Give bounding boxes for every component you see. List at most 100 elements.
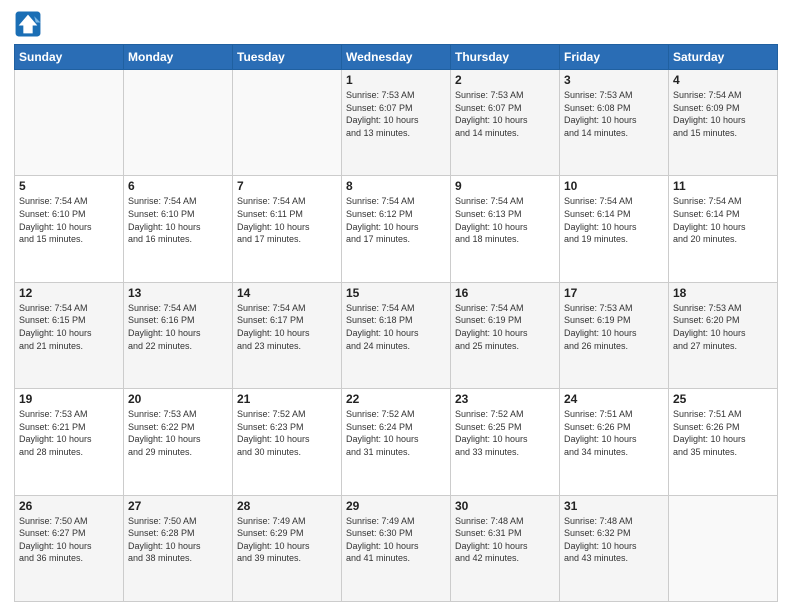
day-info: Sunrise: 7:53 AM Sunset: 6:08 PM Dayligh…	[564, 89, 664, 139]
logo	[14, 10, 46, 38]
calendar-cell: 25 Sunrise: 7:51 AM Sunset: 6:26 PM Dayli…	[669, 389, 778, 495]
day-number: 4	[673, 73, 773, 87]
day-number: 21	[237, 392, 337, 406]
calendar-cell: 5Sunrise: 7:54 AM Sunset: 6:10 PM Daylig…	[15, 176, 124, 282]
calendar-cell: 30Sunrise: 7:48 AM Sunset: 6:31 PM Dayli…	[451, 495, 560, 601]
calendar-cell: 27 Sunrise: 7:50 AM Sunset: 6:28 PM Dayli…	[124, 495, 233, 601]
day-number: 3	[564, 73, 664, 87]
calendar-cell	[124, 70, 233, 176]
calendar-cell: 26 Sunrise: 7:50 AM Sunset: 6:27 PM Dayli…	[15, 495, 124, 601]
day-number: 28	[237, 499, 337, 513]
weekday-header-tuesday: Tuesday	[233, 45, 342, 70]
calendar-week-row: 5Sunrise: 7:54 AM Sunset: 6:10 PM Daylig…	[15, 176, 778, 282]
day-number: 17	[564, 286, 664, 300]
day-info: Sunrise: 7:48 AM Sunset: 6:32 PM Dayligh…	[564, 515, 664, 565]
day-info: Sunrise: 7:49 AM Sunset: 6:30 PM Dayligh…	[346, 515, 446, 565]
day-number: 13	[128, 286, 228, 300]
calendar-cell: 6Sunrise: 7:54 AM Sunset: 6:10 PM Daylig…	[124, 176, 233, 282]
calendar-cell: 7 Sunrise: 7:54 AM Sunset: 6:11 PM Daylig…	[233, 176, 342, 282]
day-number: 19	[19, 392, 119, 406]
day-info: Sunrise: 7:54 AM Sunset: 6:12 PM Dayligh…	[346, 195, 446, 245]
calendar-cell: 29 Sunrise: 7:49 AM Sunset: 6:30 PM Dayli…	[342, 495, 451, 601]
calendar-cell: 11 Sunrise: 7:54 AM Sunset: 6:14 PM Dayli…	[669, 176, 778, 282]
day-info: Sunrise: 7:54 AM Sunset: 6:18 PM Dayligh…	[346, 302, 446, 352]
calendar-cell: 22Sunrise: 7:52 AM Sunset: 6:24 PM Dayli…	[342, 389, 451, 495]
day-info: Sunrise: 7:54 AM Sunset: 6:10 PM Dayligh…	[19, 195, 119, 245]
calendar-week-row: 19 Sunrise: 7:53 AM Sunset: 6:21 PM Dayli…	[15, 389, 778, 495]
day-number: 14	[237, 286, 337, 300]
day-number: 30	[455, 499, 555, 513]
day-number: 26	[19, 499, 119, 513]
calendar-cell: 2 Sunrise: 7:53 AM Sunset: 6:07 PM Daylig…	[451, 70, 560, 176]
calendar-cell: 15 Sunrise: 7:54 AM Sunset: 6:18 PM Dayli…	[342, 282, 451, 388]
day-info: Sunrise: 7:52 AM Sunset: 6:23 PM Dayligh…	[237, 408, 337, 458]
day-number: 9	[455, 179, 555, 193]
day-number: 11	[673, 179, 773, 193]
calendar-cell: 28 Sunrise: 7:49 AM Sunset: 6:29 PM Dayli…	[233, 495, 342, 601]
day-number: 27	[128, 499, 228, 513]
day-info: Sunrise: 7:52 AM Sunset: 6:24 PM Dayligh…	[346, 408, 446, 458]
day-info: Sunrise: 7:52 AM Sunset: 6:25 PM Dayligh…	[455, 408, 555, 458]
calendar-cell	[669, 495, 778, 601]
calendar-week-row: 26 Sunrise: 7:50 AM Sunset: 6:27 PM Dayli…	[15, 495, 778, 601]
header	[14, 10, 778, 38]
day-info: Sunrise: 7:50 AM Sunset: 6:27 PM Dayligh…	[19, 515, 119, 565]
day-number: 16	[455, 286, 555, 300]
calendar-week-row: 1 Sunrise: 7:53 AM Sunset: 6:07 PM Daylig…	[15, 70, 778, 176]
day-info: Sunrise: 7:53 AM Sunset: 6:07 PM Dayligh…	[455, 89, 555, 139]
weekday-header-friday: Friday	[560, 45, 669, 70]
day-number: 20	[128, 392, 228, 406]
day-number: 1	[346, 73, 446, 87]
day-number: 18	[673, 286, 773, 300]
day-info: Sunrise: 7:53 AM Sunset: 6:07 PM Dayligh…	[346, 89, 446, 139]
day-info: Sunrise: 7:53 AM Sunset: 6:19 PM Dayligh…	[564, 302, 664, 352]
day-info: Sunrise: 7:51 AM Sunset: 6:26 PM Dayligh…	[564, 408, 664, 458]
day-info: Sunrise: 7:54 AM Sunset: 6:15 PM Dayligh…	[19, 302, 119, 352]
day-number: 2	[455, 73, 555, 87]
weekday-header-wednesday: Wednesday	[342, 45, 451, 70]
day-number: 29	[346, 499, 446, 513]
page: SundayMondayTuesdayWednesdayThursdayFrid…	[0, 0, 792, 612]
day-info: Sunrise: 7:53 AM Sunset: 6:21 PM Dayligh…	[19, 408, 119, 458]
day-number: 25	[673, 392, 773, 406]
calendar-cell	[233, 70, 342, 176]
calendar-cell: 16 Sunrise: 7:54 AM Sunset: 6:19 PM Dayli…	[451, 282, 560, 388]
weekday-header-monday: Monday	[124, 45, 233, 70]
calendar-table: SundayMondayTuesdayWednesdayThursdayFrid…	[14, 44, 778, 602]
day-info: Sunrise: 7:54 AM Sunset: 6:14 PM Dayligh…	[564, 195, 664, 245]
day-number: 6	[128, 179, 228, 193]
calendar-cell: 23 Sunrise: 7:52 AM Sunset: 6:25 PM Dayli…	[451, 389, 560, 495]
calendar-cell: 18Sunrise: 7:53 AM Sunset: 6:20 PM Dayli…	[669, 282, 778, 388]
day-info: Sunrise: 7:51 AM Sunset: 6:26 PM Dayligh…	[673, 408, 773, 458]
calendar-cell: 1 Sunrise: 7:53 AM Sunset: 6:07 PM Daylig…	[342, 70, 451, 176]
calendar-cell: 21 Sunrise: 7:52 AM Sunset: 6:23 PM Dayli…	[233, 389, 342, 495]
day-info: Sunrise: 7:54 AM Sunset: 6:11 PM Dayligh…	[237, 195, 337, 245]
day-number: 23	[455, 392, 555, 406]
calendar-week-row: 12 Sunrise: 7:54 AM Sunset: 6:15 PM Dayli…	[15, 282, 778, 388]
day-info: Sunrise: 7:54 AM Sunset: 6:19 PM Dayligh…	[455, 302, 555, 352]
day-number: 15	[346, 286, 446, 300]
day-info: Sunrise: 7:49 AM Sunset: 6:29 PM Dayligh…	[237, 515, 337, 565]
calendar-cell	[15, 70, 124, 176]
calendar-cell: 20Sunrise: 7:53 AM Sunset: 6:22 PM Dayli…	[124, 389, 233, 495]
day-info: Sunrise: 7:54 AM Sunset: 6:13 PM Dayligh…	[455, 195, 555, 245]
day-number: 24	[564, 392, 664, 406]
calendar-cell: 9 Sunrise: 7:54 AM Sunset: 6:13 PM Daylig…	[451, 176, 560, 282]
calendar-cell: 4 Sunrise: 7:54 AM Sunset: 6:09 PM Daylig…	[669, 70, 778, 176]
calendar-cell: 10Sunrise: 7:54 AM Sunset: 6:14 PM Dayli…	[560, 176, 669, 282]
day-info: Sunrise: 7:54 AM Sunset: 6:16 PM Dayligh…	[128, 302, 228, 352]
calendar-cell: 13 Sunrise: 7:54 AM Sunset: 6:16 PM Dayli…	[124, 282, 233, 388]
calendar-cell: 8 Sunrise: 7:54 AM Sunset: 6:12 PM Daylig…	[342, 176, 451, 282]
calendar-cell: 14Sunrise: 7:54 AM Sunset: 6:17 PM Dayli…	[233, 282, 342, 388]
calendar-cell: 24 Sunrise: 7:51 AM Sunset: 6:26 PM Dayli…	[560, 389, 669, 495]
calendar-cell: 19 Sunrise: 7:53 AM Sunset: 6:21 PM Dayli…	[15, 389, 124, 495]
calendar-cell: 31 Sunrise: 7:48 AM Sunset: 6:32 PM Dayli…	[560, 495, 669, 601]
day-info: Sunrise: 7:54 AM Sunset: 6:09 PM Dayligh…	[673, 89, 773, 139]
day-number: 12	[19, 286, 119, 300]
day-number: 8	[346, 179, 446, 193]
day-number: 7	[237, 179, 337, 193]
day-info: Sunrise: 7:50 AM Sunset: 6:28 PM Dayligh…	[128, 515, 228, 565]
day-info: Sunrise: 7:54 AM Sunset: 6:14 PM Dayligh…	[673, 195, 773, 245]
weekday-header-sunday: Sunday	[15, 45, 124, 70]
day-number: 31	[564, 499, 664, 513]
